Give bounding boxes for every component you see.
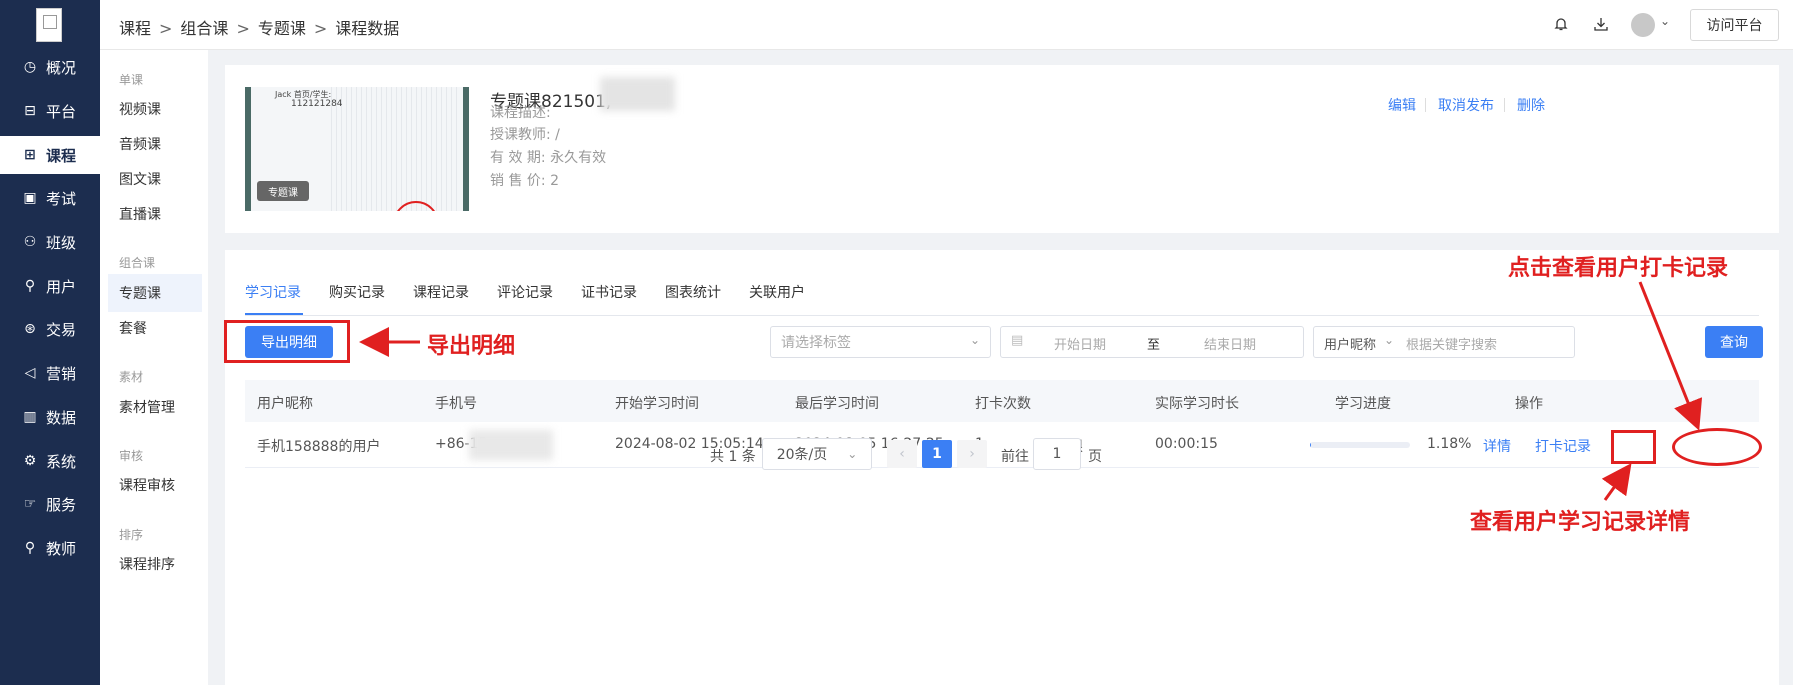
annotation-checkin-text: 点击查看用户打卡记录 [1508,255,1729,281]
arrow-checkin [1638,281,1703,431]
annotation-export-text: 导出明细 [427,333,516,359]
annotation-detail-text: 查看用户学习记录详情 [1470,509,1691,535]
annotation-arrows [359,281,1703,501]
arrow-detail [1601,463,1632,501]
